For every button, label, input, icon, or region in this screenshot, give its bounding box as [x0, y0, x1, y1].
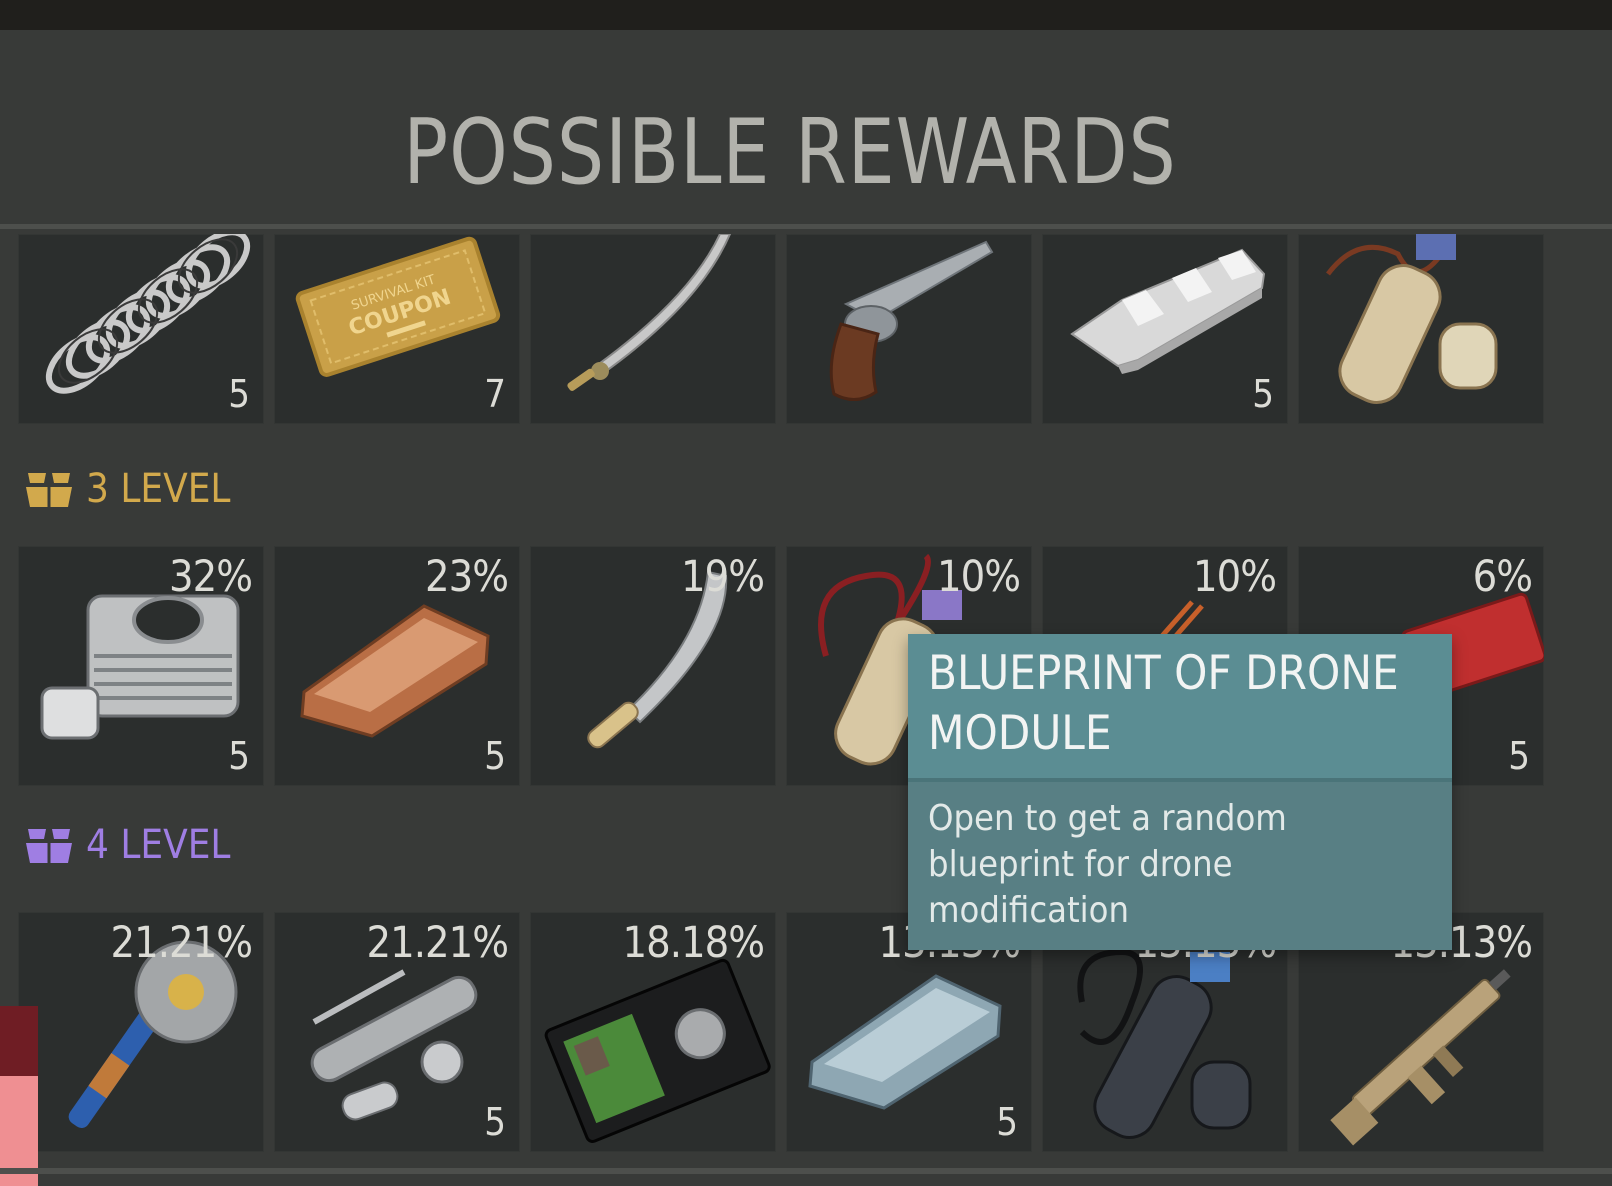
reward-slot[interactable]: 23% 5: [274, 546, 520, 786]
reward-slot[interactable]: SURVIVAL KIT COUPON 7: [274, 234, 520, 424]
tooltip-description: Open to get a random blueprint for drone…: [908, 782, 1452, 950]
drop-chance: 32%: [169, 552, 253, 602]
level-4-header: 4 LEVEL: [22, 822, 230, 868]
reward-slot[interactable]: 19%: [530, 546, 776, 786]
tooltip-title: BLUEPRINT OF DRONE MODULE: [908, 634, 1452, 782]
reward-slot[interactable]: 21.21% 5: [274, 912, 520, 1152]
item-quantity: 5: [228, 734, 250, 778]
bottom-divider: [0, 1168, 1612, 1174]
survival-kit-coupon-icon: SURVIVAL KIT COUPON: [295, 236, 501, 377]
top-reward-row: 5 SURVIVAL KIT COUPON 7 5: [18, 234, 1544, 424]
item-quantity: 5: [484, 734, 506, 778]
boxes-icon: [26, 829, 72, 863]
drop-chance: 23%: [425, 552, 509, 602]
reward-slot[interactable]: [530, 234, 776, 424]
reward-slot[interactable]: 21.21%: [18, 912, 264, 1152]
reward-slot[interactable]: 32% 5: [18, 546, 264, 786]
reward-slot[interactable]: [1298, 234, 1544, 424]
item-quantity: 5: [484, 1100, 506, 1144]
item-quantity: 5: [1508, 734, 1530, 778]
saber-icon: [567, 234, 732, 391]
drop-chance: 10%: [1193, 552, 1277, 602]
item-quantity: 7: [484, 372, 506, 416]
level-3-header: 3 LEVEL: [22, 466, 230, 512]
top-bar: [0, 0, 1612, 30]
spring-icon: [45, 234, 251, 394]
reward-slot[interactable]: 5: [1042, 234, 1288, 424]
revolver-icon: [829, 240, 994, 401]
page-title: POSSIBLE REWARDS: [403, 100, 1177, 205]
reward-slot[interactable]: 5: [18, 234, 264, 424]
title-divider: [0, 224, 1612, 229]
item-quantity: 5: [996, 1100, 1018, 1144]
item-quantity: 5: [1252, 372, 1274, 416]
level-label: 3 LEVEL: [86, 466, 231, 512]
drop-chance: 6%: [1472, 552, 1533, 602]
reward-slot[interactable]: [786, 234, 1032, 424]
reward-slot[interactable]: 18.18%: [530, 912, 776, 1152]
aluminum-ingot-icon: [1070, 248, 1266, 374]
drop-chance: 19%: [681, 552, 765, 602]
blueprint-scroll-icon: [1326, 234, 1498, 404]
drop-chance: 10%: [937, 552, 1021, 602]
drop-chance: 21.21%: [110, 918, 253, 968]
drop-chance: 21.21%: [366, 918, 509, 968]
drop-chance: 18.18%: [622, 918, 765, 968]
level-label: 4 LEVEL: [86, 822, 231, 868]
item-tooltip: BLUEPRINT OF DRONE MODULE Open to get a …: [908, 634, 1452, 950]
boxes-icon: [26, 473, 72, 507]
item-quantity: 5: [228, 372, 250, 416]
